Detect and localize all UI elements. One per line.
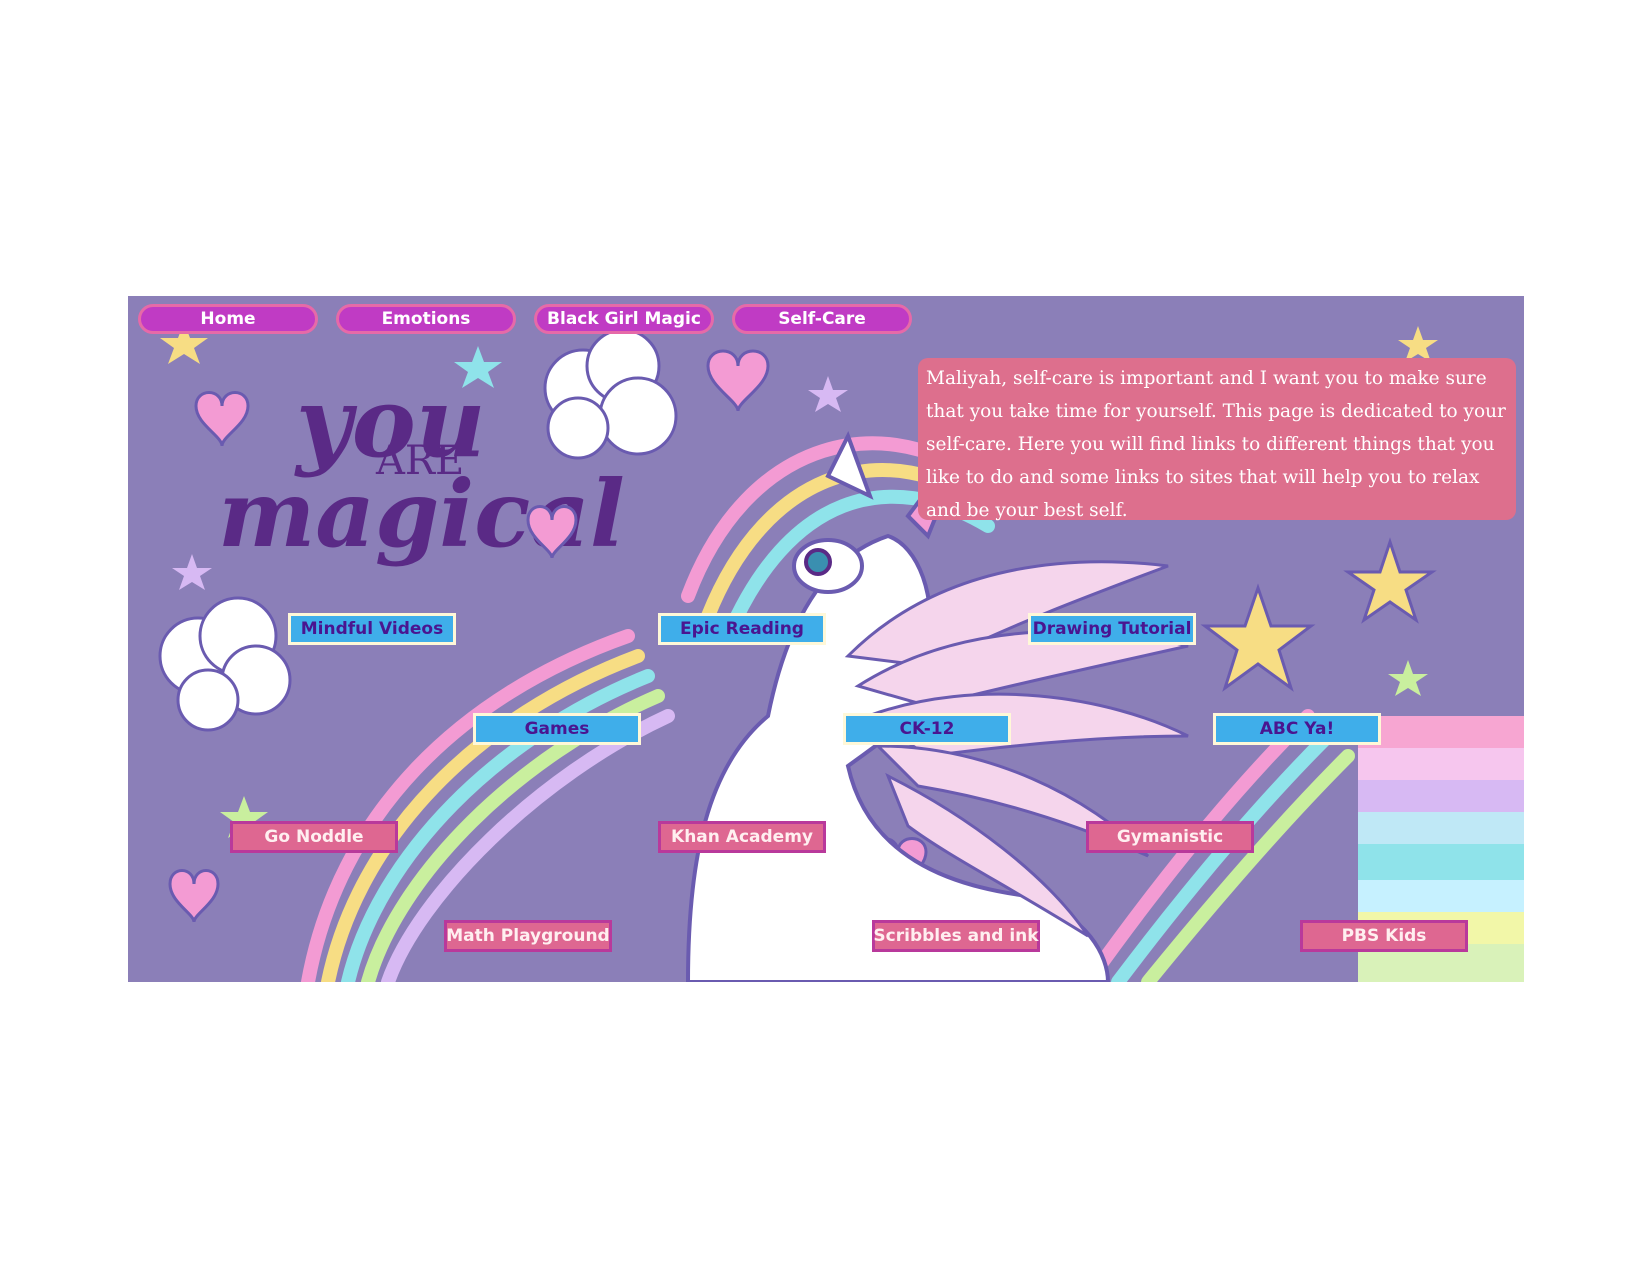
link-math-playground[interactable]: Math Playground [444,920,612,952]
nav-emotions[interactable]: Emotions [336,304,516,334]
link-epic-reading[interactable]: Epic Reading [658,613,826,645]
link-khan-academy[interactable]: Khan Academy [658,821,826,853]
hero-canvas: you ARE magical Home Emotions Black Girl… [128,296,1524,982]
link-mindful-videos[interactable]: Mindful Videos [288,613,456,645]
link-gymanistic[interactable]: Gymanistic [1086,821,1254,853]
nav-home[interactable]: Home [138,304,318,334]
nav-self-care[interactable]: Self-Care [732,304,912,334]
link-ck-12[interactable]: CK-12 [843,713,1011,745]
link-drawing-tutorial[interactable]: Drawing Tutorial [1028,613,1196,645]
self-care-message: Maliyah, self-care is important and I wa… [918,358,1516,521]
nav-black-girl-magic[interactable]: Black Girl Magic [534,304,714,334]
link-games[interactable]: Games [473,713,641,745]
link-pbs-kids[interactable]: PBS Kids [1300,920,1468,952]
link-scribbles-and-ink[interactable]: Scribbles and ink [872,920,1040,952]
link-abc-ya[interactable]: ABC Ya! [1213,713,1381,745]
link-go-noddle[interactable]: Go Noddle [230,821,398,853]
